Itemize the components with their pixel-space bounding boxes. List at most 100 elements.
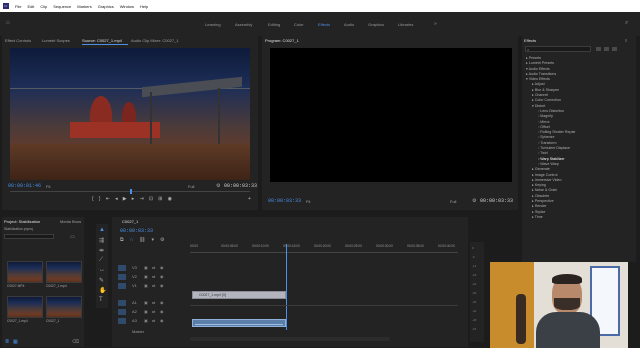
add-marker-icon[interactable]: ▾ — [152, 237, 155, 243]
nest-icon[interactable]: ⧉ — [120, 237, 124, 243]
video-clip[interactable]: C0027_1.mp4 [V] — [192, 291, 286, 299]
trash-icon[interactable]: ⌫ — [72, 339, 79, 345]
frame-forward-icon[interactable]: ▸ — [132, 196, 135, 204]
workspaces-overflow-icon[interactable]: » — [434, 21, 437, 27]
eye-icon[interactable]: ◉ — [160, 283, 164, 288]
eye-icon[interactable]: ◉ — [160, 300, 164, 305]
new-bin-icon[interactable]: ▭ — [70, 234, 75, 240]
project-item-thumbnail[interactable] — [7, 261, 43, 283]
tab-effect-controls[interactable]: Effect Controls — [5, 38, 31, 43]
menu-item-markers[interactable]: Markers — [77, 4, 91, 9]
menu-item-edit[interactable]: Edit — [27, 4, 34, 9]
menu-item-clip[interactable]: Clip — [40, 4, 47, 9]
eye-icon[interactable]: ◉ — [160, 274, 164, 279]
track-target-button[interactable] — [118, 265, 126, 271]
lock-icon[interactable]: ▣ — [144, 318, 148, 323]
workspace-libraries[interactable]: Libraries — [398, 22, 413, 27]
step-forward-icon[interactable]: ⇥ — [139, 196, 143, 204]
source-timecode[interactable]: 00:00:01:46 — [8, 183, 41, 189]
export-frame-icon[interactable]: ◉ — [168, 196, 172, 204]
pen-tool-icon[interactable]: ✎ — [99, 277, 104, 284]
ripple-edit-tool-icon[interactable]: ⇹ — [99, 247, 104, 254]
list-view-icon[interactable]: ≣ — [5, 339, 9, 345]
lock-icon[interactable]: ▣ — [144, 265, 148, 270]
audio-clip[interactable] — [192, 319, 286, 327]
panel-menu-icon[interactable]: ≡ — [625, 38, 627, 43]
overwrite-icon[interactable]: ⊞ — [158, 196, 162, 204]
step-back-icon[interactable]: ⇤ — [106, 196, 110, 204]
eye-icon[interactable]: ◉ — [160, 265, 164, 270]
selection-tool-icon[interactable]: ▲ — [99, 227, 105, 233]
type-tool-icon[interactable]: T — [99, 297, 103, 303]
accelerated-effects-icon[interactable] — [596, 47, 601, 51]
effect-folder[interactable]: ▸ Time — [526, 215, 632, 220]
track-target-button[interactable] — [118, 283, 126, 289]
track-target-button[interactable] — [118, 309, 126, 315]
source-add-button-icon[interactable]: + — [248, 196, 251, 202]
sync-icon[interactable]: ⇄ — [152, 274, 155, 279]
workspace-editing[interactable]: Editing — [268, 22, 280, 27]
menu-item-sequence[interactable]: Sequence — [53, 4, 71, 9]
lock-icon[interactable]: ▣ — [144, 283, 148, 288]
program-resolution-select[interactable]: Full — [450, 199, 456, 204]
project-item-thumbnail[interactable] — [46, 296, 82, 318]
workspace-audio[interactable]: Audio — [344, 22, 354, 27]
project-search-input[interactable] — [4, 234, 54, 239]
program-zoom-select[interactable]: Fit — [306, 199, 310, 204]
razor-tool-icon[interactable]: ⟋ — [99, 257, 103, 264]
sync-icon[interactable]: ⇄ — [152, 309, 155, 314]
effects-panel-title[interactable]: Effects — [524, 38, 536, 43]
menu-item-help[interactable]: Help — [140, 4, 148, 9]
yuv-effects-icon[interactable] — [612, 47, 617, 51]
menu-item-graphics[interactable]: Graphics — [98, 4, 114, 9]
timeline-scrollbar[interactable] — [190, 337, 390, 341]
workspace-graphics[interactable]: Graphics — [368, 22, 384, 27]
program-title[interactable]: Program: C0027_1 — [265, 38, 299, 43]
wrench-icon[interactable]: ⚙ — [216, 183, 220, 189]
source-resolution-select[interactable]: Full — [188, 184, 194, 189]
tab-audio-clip-mixer[interactable]: Audio Clip Mixer: C0027_1 — [131, 38, 179, 43]
effects-search-input[interactable]: ⌕ — [525, 46, 591, 52]
timeline-settings-icon[interactable]: ⚙ — [160, 237, 164, 243]
tab-media-browser[interactable]: Media Brow — [60, 219, 81, 224]
timeline-timecode[interactable]: 00:00:03:33 — [120, 228, 153, 234]
workspace-color[interactable]: Color — [294, 22, 304, 27]
menu-item-window[interactable]: Window — [120, 4, 134, 9]
workspace-assembly[interactable]: Assembly — [235, 22, 252, 27]
tab-sequence[interactable]: C0027_1 — [122, 219, 138, 224]
sync-icon[interactable]: ⇄ — [152, 318, 155, 323]
program-video-frame[interactable] — [270, 48, 512, 182]
mark-out-icon[interactable]: } — [99, 196, 101, 204]
tab-source[interactable]: Source: C0027_1.mp4 — [82, 38, 122, 43]
project-item-thumbnail[interactable] — [46, 261, 82, 283]
linked-selection-icon[interactable]: ⛓ — [139, 237, 145, 243]
insert-icon[interactable]: ⊡ — [149, 196, 153, 204]
eye-icon[interactable]: ◉ — [160, 309, 164, 314]
lock-icon[interactable]: ▣ — [144, 309, 148, 314]
timeline-ruler[interactable]: 00:00 00:00:05:00 00:00:10:00 00:00:15:00 00… — [190, 244, 458, 252]
slip-tool-icon[interactable]: ↔ — [99, 267, 105, 273]
source-playhead[interactable] — [130, 189, 132, 194]
tab-project[interactable]: Project: Stabilization — [4, 219, 40, 224]
home-icon[interactable]: ⌂ — [6, 20, 10, 26]
track-target-button[interactable] — [118, 274, 126, 280]
sync-icon[interactable]: ⇄ — [152, 300, 155, 305]
sync-icon[interactable]: ⇄ — [152, 265, 155, 270]
workspace-learning[interactable]: Learning — [205, 22, 221, 27]
play-icon[interactable]: ▶ — [123, 196, 127, 204]
track-target-button[interactable] — [118, 318, 126, 324]
search-icon[interactable]: ⌕ — [625, 20, 628, 27]
project-item-thumbnail[interactable] — [7, 296, 43, 318]
premiere-app-icon[interactable]: Pr — [3, 3, 9, 9]
snap-icon[interactable]: ∩ — [130, 237, 134, 243]
wrench-icon[interactable]: ⚙ — [472, 198, 476, 204]
menu-item-file[interactable]: File — [15, 4, 21, 9]
source-video-frame[interactable] — [10, 48, 250, 180]
source-zoom-select[interactable]: Fit — [46, 184, 50, 189]
workspace-effects[interactable]: Effects — [318, 22, 330, 27]
program-timecode[interactable]: 00:00:03:33 — [268, 198, 301, 204]
hand-tool-icon[interactable]: ✋ — [99, 287, 106, 294]
icon-view-icon[interactable]: ▦ — [13, 339, 18, 345]
track-target-button[interactable] — [118, 300, 126, 306]
sync-icon[interactable]: ⇄ — [152, 283, 155, 288]
